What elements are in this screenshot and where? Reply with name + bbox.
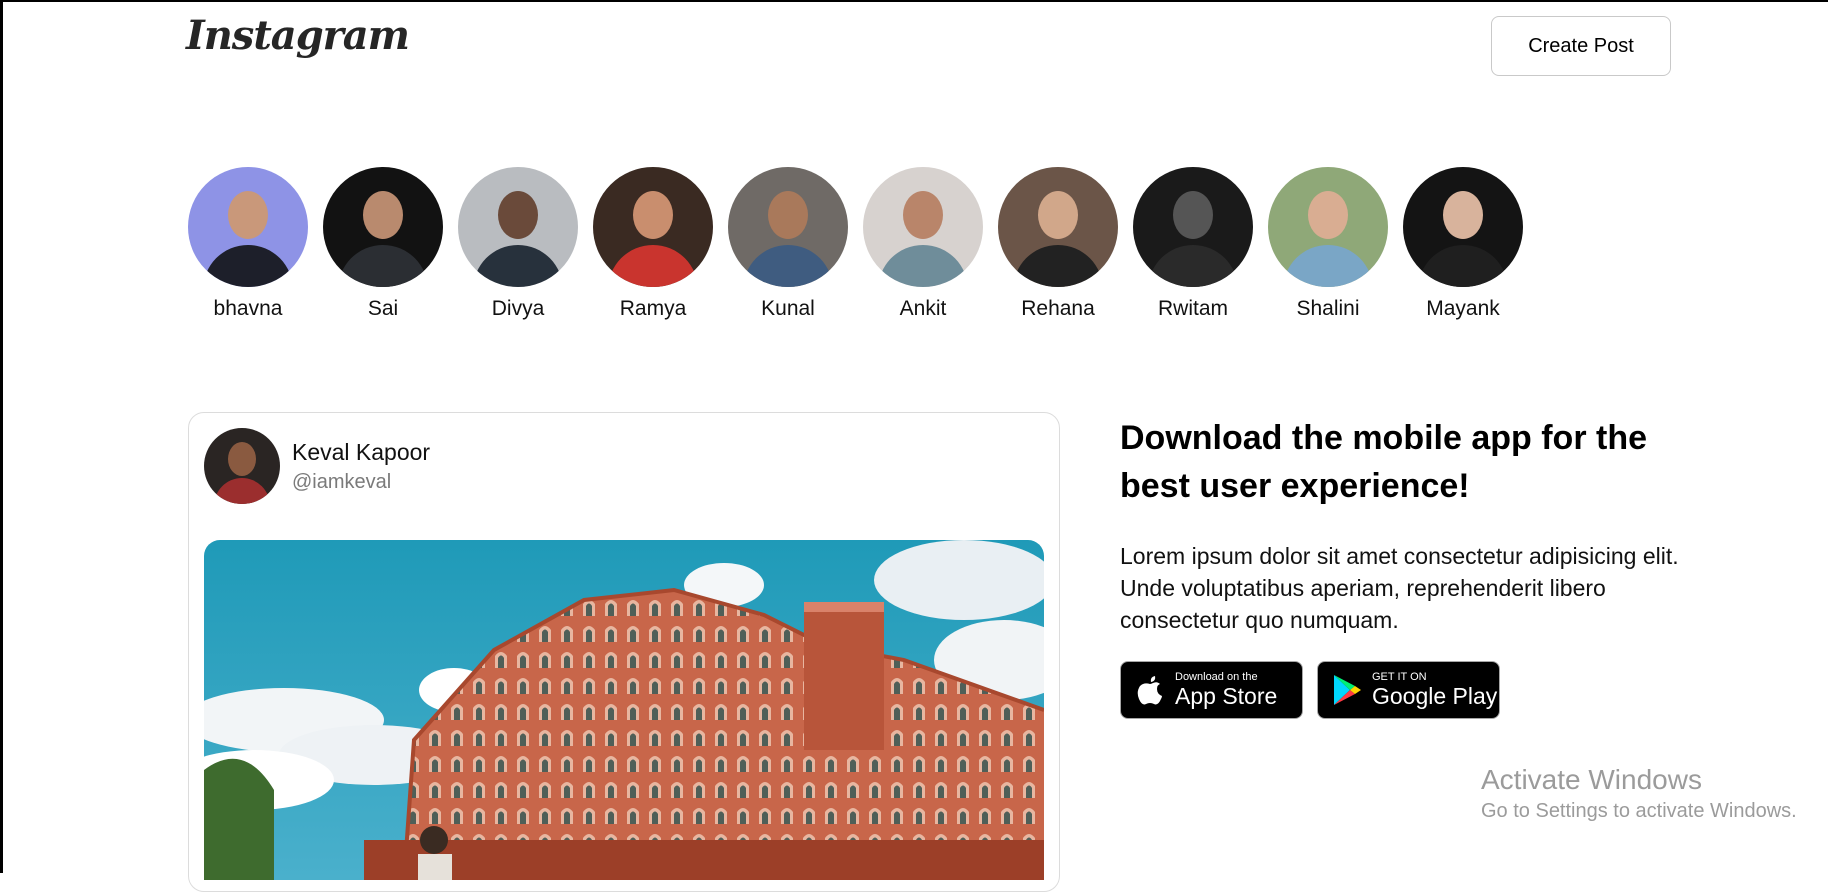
apple-icon [1133, 673, 1167, 707]
post-author-name[interactable]: Keval Kapoor [292, 439, 430, 466]
promo-text: Lorem ipsum dolor sit amet consectetur a… [1120, 543, 1679, 633]
post-image[interactable] [204, 540, 1044, 880]
post-author-avatar[interactable] [204, 428, 280, 504]
story-avatar[interactable] [323, 167, 443, 287]
story-avatar[interactable] [1133, 167, 1253, 287]
watermark-subtitle: Go to Settings to activate Windows. [1481, 800, 1797, 822]
app-promo: Download the mobile app for the best use… [1120, 414, 1680, 719]
create-post-button[interactable]: Create Post [1491, 16, 1671, 76]
story-avatar[interactable] [728, 167, 848, 287]
story-avatar[interactable] [998, 167, 1118, 287]
story-name: Rehana [1021, 297, 1095, 320]
google-play-small-text: GET IT ON [1372, 671, 1427, 683]
story-name: Shalini [1296, 297, 1360, 320]
app-store-small-text: Download on the [1175, 671, 1258, 683]
story-avatar[interactable] [593, 167, 713, 287]
story-avatar[interactable] [1403, 167, 1523, 287]
app-store-big-text: App Store [1175, 683, 1278, 709]
story-item[interactable]: bhavna [188, 167, 308, 321]
stories-row: bhavna Sai Divya Ramya Kunal Ankit Rehan… [188, 167, 1523, 321]
story-avatar[interactable] [1268, 167, 1388, 287]
story-name: Rwitam [1157, 297, 1228, 320]
story-avatar[interactable] [188, 167, 308, 287]
story-item[interactable]: Kunal [728, 167, 848, 321]
story-item[interactable]: Mayank [1403, 167, 1523, 321]
google-play-big-text: Google Play [1372, 683, 1498, 709]
post-card: Keval Kapoor @iamkeval [188, 412, 1060, 892]
story-name: Ramya [619, 297, 687, 320]
windows-activation-watermark: Activate Windows Go to Settings to activ… [1481, 764, 1797, 823]
story-name: Kunal [761, 297, 815, 320]
story-name: Mayank [1426, 297, 1500, 320]
story-name: bhavna [213, 297, 283, 320]
story-name: Divya [491, 297, 545, 320]
watermark-title: Activate Windows [1481, 764, 1702, 795]
story-name: Sai [367, 297, 399, 320]
instagram-logo[interactable]: Instagram [186, 12, 410, 59]
story-item[interactable]: Rehana [998, 167, 1118, 321]
promo-title: Download the mobile app for the best use… [1120, 419, 1647, 505]
store-buttons: Download on the App Store GET IT ON Goog… [1120, 661, 1680, 719]
story-avatar[interactable] [863, 167, 983, 287]
story-item[interactable]: Sai [323, 167, 443, 321]
app-store-button[interactable]: Download on the App Store [1120, 661, 1303, 719]
story-item[interactable]: Ankit [863, 167, 983, 321]
google-play-button[interactable]: GET IT ON Google Play [1317, 661, 1500, 719]
story-item[interactable]: Ramya [593, 167, 713, 321]
google-play-icon [1330, 673, 1364, 707]
story-avatar[interactable] [458, 167, 578, 287]
story-name: Ankit [899, 297, 947, 320]
story-item[interactable]: Rwitam [1133, 167, 1253, 321]
story-item[interactable]: Shalini [1268, 167, 1388, 321]
story-item[interactable]: Divya [458, 167, 578, 321]
post-author-handle[interactable]: @iamkeval [292, 471, 391, 494]
